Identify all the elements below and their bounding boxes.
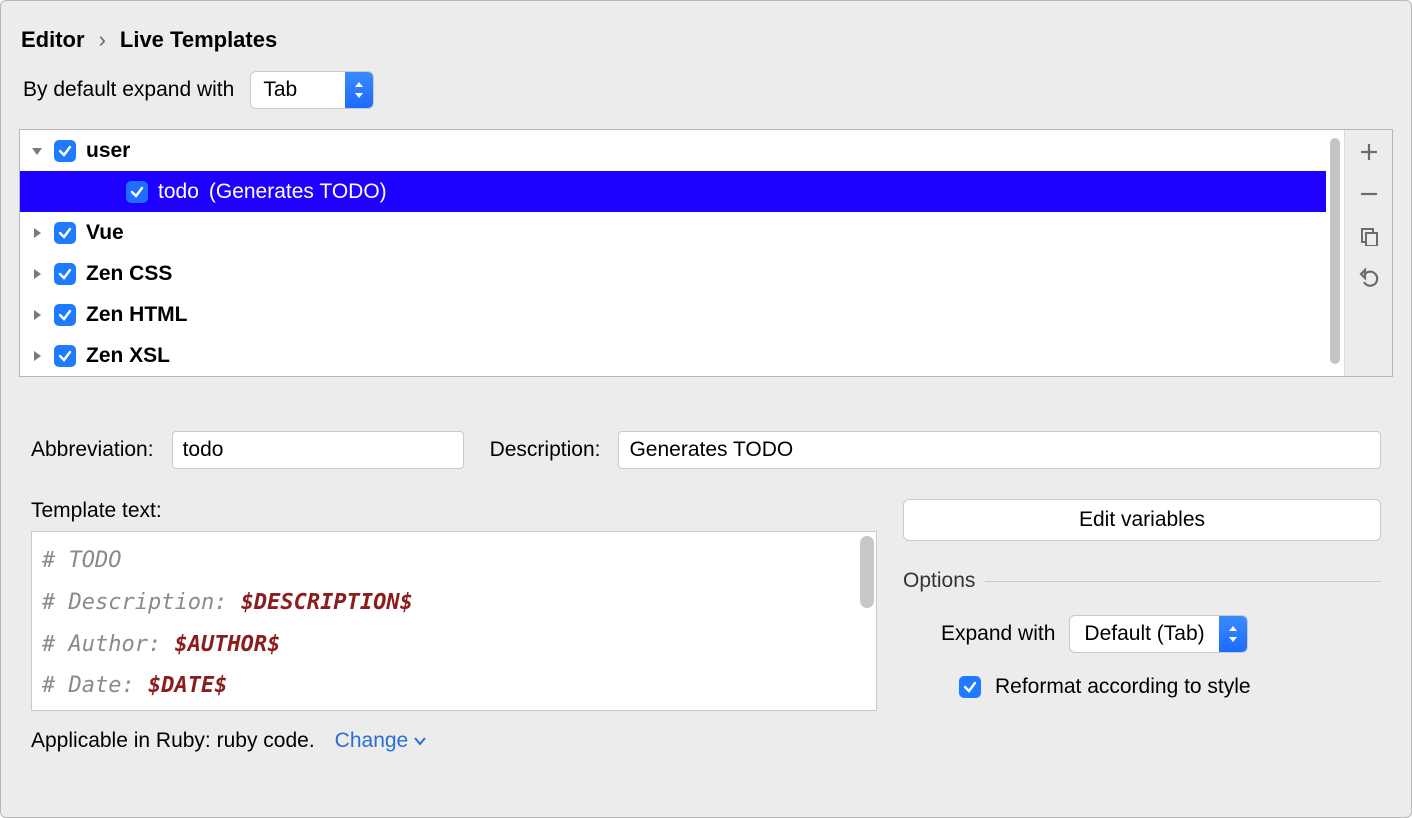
checkbox[interactable]: [54, 263, 76, 285]
description-input[interactable]: [618, 431, 1381, 469]
tree-group-label: Zen XSL: [86, 344, 170, 368]
checkbox[interactable]: [54, 345, 76, 367]
expand-toggle-icon[interactable]: [30, 349, 44, 363]
change-applicable-link[interactable]: Change: [335, 729, 427, 753]
template-tree[interactable]: user todo (Generates TODO) Vue: [20, 130, 1326, 376]
template-text-area[interactable]: # TODO # Description: $DESCRIPTION$ # Au…: [31, 531, 877, 711]
expand-toggle-icon[interactable]: [30, 308, 44, 322]
revert-button[interactable]: [1357, 266, 1381, 290]
tree-scrollbar[interactable]: [1326, 130, 1344, 376]
add-button[interactable]: [1357, 140, 1381, 164]
expand-default-value: Tab: [251, 78, 345, 102]
chevron-down-icon: [414, 736, 426, 746]
tree-group-label: Zen HTML: [86, 303, 187, 327]
select-updown-icon: [1219, 615, 1247, 653]
template-tree-area: user todo (Generates TODO) Vue: [19, 129, 1393, 377]
scrollbar-thumb[interactable]: [1330, 138, 1340, 364]
expand-default-select[interactable]: Tab: [250, 71, 374, 109]
remove-button[interactable]: [1357, 182, 1381, 206]
duplicate-button[interactable]: [1357, 224, 1381, 248]
tree-group-zencss[interactable]: Zen CSS: [20, 253, 1326, 294]
tree-group-vue[interactable]: Vue: [20, 212, 1326, 253]
applicable-text: Applicable in Ruby: ruby code.: [31, 729, 315, 753]
tree-group-label: user: [86, 139, 130, 163]
expand-toggle-icon[interactable]: [30, 226, 44, 240]
breadcrumb: Editor › Live Templates: [1, 1, 1411, 71]
template-text-label: Template text:: [31, 499, 877, 523]
chevron-right-icon: ›: [99, 27, 106, 53]
abbreviation-input[interactable]: [172, 431, 464, 469]
tree-item-desc: (Generates TODO): [209, 180, 387, 204]
options-header: Options: [903, 569, 975, 593]
tree-group-label: Zen CSS: [86, 262, 172, 286]
select-updown-icon: [345, 71, 373, 109]
tree-group-user[interactable]: user: [20, 130, 1326, 171]
tree-group-zenxsl[interactable]: Zen XSL: [20, 335, 1326, 376]
reformat-label: Reformat according to style: [995, 675, 1251, 699]
tree-group-label: Vue: [86, 221, 124, 245]
checkbox[interactable]: [54, 140, 76, 162]
breadcrumb-parent[interactable]: Editor: [21, 27, 85, 53]
tree-item-name: todo: [158, 180, 199, 204]
divider: [985, 581, 1381, 582]
tree-item-todo[interactable]: todo (Generates TODO): [20, 171, 1326, 212]
tree-group-zenhtml[interactable]: Zen HTML: [20, 294, 1326, 335]
edit-variables-button[interactable]: Edit variables: [903, 499, 1381, 541]
breadcrumb-current: Live Templates: [120, 27, 277, 53]
expand-with-label: Expand with: [941, 622, 1055, 646]
textarea-scrollbar[interactable]: [860, 536, 874, 608]
settings-panel: Editor › Live Templates By default expan…: [0, 0, 1412, 818]
reformat-checkbox[interactable]: [959, 676, 981, 698]
description-label: Description:: [490, 438, 601, 462]
expand-toggle-icon[interactable]: [30, 144, 44, 158]
expand-with-select[interactable]: Default (Tab): [1069, 615, 1247, 653]
checkbox[interactable]: [126, 181, 148, 203]
checkbox[interactable]: [54, 304, 76, 326]
checkbox[interactable]: [54, 222, 76, 244]
expand-default-label: By default expand with: [23, 78, 234, 102]
expand-toggle-icon[interactable]: [30, 267, 44, 281]
tree-toolbar: [1344, 130, 1392, 376]
abbreviation-label: Abbreviation:: [31, 438, 154, 462]
